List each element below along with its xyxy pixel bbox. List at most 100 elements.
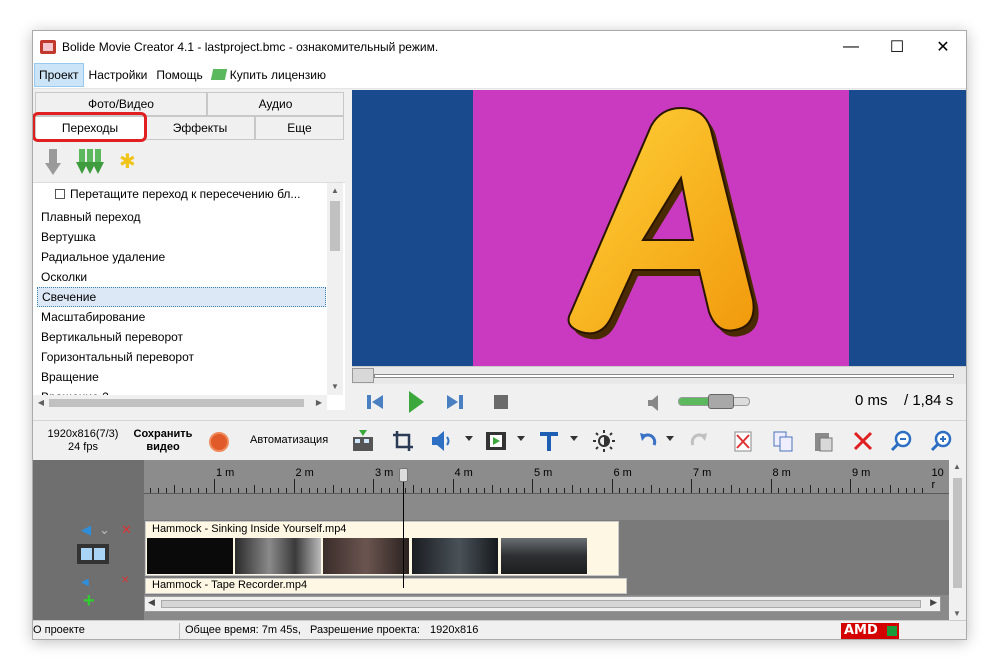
apply-all-arrows-icon[interactable]	[75, 149, 105, 175]
play-icon[interactable]	[407, 390, 425, 414]
checkbox-icon[interactable]	[55, 189, 65, 199]
add-media-icon[interactable]	[351, 429, 375, 453]
speaker-icon[interactable]	[646, 394, 664, 412]
paste-icon[interactable]	[811, 429, 835, 453]
delete-track-icon[interactable]: ✕	[121, 575, 129, 586]
brightness-icon[interactable]	[592, 429, 616, 453]
maximize-button[interactable]: ☐	[874, 31, 920, 62]
timeline-horizontal-scrollbar[interactable]: ◀ ▶	[144, 596, 941, 612]
speaker-icon[interactable]: ◀	[81, 522, 91, 538]
delete-icon[interactable]	[851, 429, 875, 453]
video-clip[interactable]: Hammock - Sinking Inside Yourself.mp4	[145, 521, 619, 576]
automation-button[interactable]: Автоматизация	[250, 434, 328, 446]
tab-audio[interactable]: Аудио	[207, 92, 344, 116]
text-icon[interactable]	[537, 429, 561, 453]
scroll-thumb[interactable]	[330, 201, 340, 251]
video-effects-icon[interactable]	[484, 429, 508, 453]
list-item[interactable]: Вертушка	[37, 227, 326, 247]
menu-buy-license[interactable]: Купить лицензию	[208, 64, 330, 86]
scroll-left-icon[interactable]: ◀	[33, 395, 49, 410]
menu-help[interactable]: Помощь	[152, 64, 206, 86]
ruler-tick	[595, 488, 597, 493]
ruler-tick	[873, 488, 875, 493]
tab-more[interactable]: Еще	[255, 116, 344, 140]
playhead-handle[interactable]	[399, 468, 408, 482]
scroll-down-icon[interactable]: ▼	[953, 609, 961, 618]
audio-volume-icon[interactable]	[430, 429, 454, 453]
ruler-tick	[341, 488, 343, 493]
ruler-tick	[857, 488, 859, 493]
cut-icon[interactable]	[731, 429, 755, 453]
scroll-down-icon[interactable]: ▼	[327, 379, 343, 395]
scroll-right-icon[interactable]: ▶	[930, 597, 937, 608]
scroll-thumb[interactable]	[49, 399, 304, 407]
copy-icon[interactable]	[771, 429, 795, 453]
highlight-outline	[33, 112, 147, 142]
speaker-icon[interactable]: ◀	[81, 577, 89, 588]
menu-settings[interactable]: Настройки	[85, 64, 152, 86]
close-button[interactable]: ✕	[920, 31, 966, 62]
ruler-label: 4 m	[454, 467, 473, 479]
scroll-thumb[interactable]	[953, 478, 962, 588]
list-item[interactable]: Плавный переход	[37, 207, 326, 227]
about-project[interactable]: О проекте	[33, 624, 85, 636]
zoom-out-icon[interactable]	[889, 429, 913, 453]
ruler-label: 9 m	[852, 467, 871, 479]
list-item[interactable]: Масштабирование	[37, 307, 326, 327]
list-item[interactable]: Вертикальный переворот	[37, 327, 326, 347]
scroll-thumb[interactable]	[161, 600, 921, 608]
app-window: Bolide Movie Creator 4.1 - lastproject.b…	[32, 30, 967, 640]
list-horizontal-scrollbar[interactable]: ◀ ▶	[33, 395, 327, 410]
timeline-vertical-scrollbar[interactable]: ▲ ▼	[949, 460, 966, 620]
menu-project[interactable]: Проект	[34, 63, 84, 87]
collapse-chevron-icon[interactable]: ⌄	[99, 522, 110, 538]
step-forward-icon[interactable]	[446, 394, 464, 410]
project-format[interactable]: 1920x816(7/3) 24 fps	[43, 428, 123, 454]
scroll-up-icon[interactable]: ▲	[327, 183, 343, 199]
list-item[interactable]: Вращение	[37, 367, 326, 387]
redo-icon[interactable]	[687, 429, 711, 453]
scroll-up-icon[interactable]: ▲	[953, 462, 961, 471]
film-strip-icon[interactable]	[77, 544, 109, 564]
scroll-right-icon[interactable]: ▶	[311, 395, 327, 410]
video-preview[interactable]	[352, 90, 966, 366]
time-ruler[interactable]: 1 m 2 m 3 m 4 m 5 m 6 m 7 m 8 m 9 m 10 r	[144, 460, 949, 494]
seek-track[interactable]	[374, 374, 954, 378]
ruler-tick	[166, 488, 168, 493]
undo-icon[interactable]	[636, 429, 660, 453]
chevron-down-icon[interactable]	[517, 436, 525, 441]
seek-thumb[interactable]	[352, 368, 374, 383]
apply-down-arrow-icon[interactable]	[45, 149, 61, 175]
list-vertical-scrollbar[interactable]: ▲ ▼	[327, 183, 343, 395]
delete-track-icon[interactable]: ✕	[121, 522, 132, 538]
tab-effects[interactable]: Эффекты	[145, 116, 255, 140]
scroll-left-icon[interactable]: ◀	[148, 597, 155, 608]
save-video-button[interactable]: Сохранить видео	[131, 428, 195, 454]
ruler-tick	[810, 485, 812, 493]
volume-slider[interactable]	[678, 394, 750, 409]
add-track-icon[interactable]: +	[83, 590, 95, 613]
video-clip[interactable]: Hammock - Tape Recorder.mp4	[145, 578, 627, 594]
list-item[interactable]: Радиальное удаление	[37, 247, 326, 267]
minimize-button[interactable]: —	[828, 31, 874, 62]
random-sparkle-icon[interactable]: ✱	[119, 152, 139, 172]
list-item-selected[interactable]: Свечение	[37, 287, 326, 307]
seek-bar[interactable]	[352, 366, 966, 384]
ruler-tick	[842, 488, 844, 493]
record-icon[interactable]	[209, 432, 229, 452]
list-item[interactable]: Осколки	[37, 267, 326, 287]
transition-track[interactable]	[144, 495, 949, 520]
status-bar: О проекте Общее время: 7m 45s, Разрешени…	[33, 620, 966, 639]
timeline: 1 m 2 m 3 m 4 m 5 m 6 m 7 m 8 m 9 m 10 r Hammock …	[33, 460, 966, 620]
volume-knob[interactable]	[707, 394, 734, 409]
chevron-down-icon[interactable]	[465, 436, 473, 441]
stop-icon[interactable]	[493, 394, 509, 410]
chevron-down-icon[interactable]	[666, 436, 674, 441]
ruler-tick	[500, 488, 502, 493]
chevron-down-icon[interactable]	[570, 436, 578, 441]
crop-icon[interactable]	[391, 429, 415, 453]
zoom-in-icon[interactable]	[929, 429, 953, 453]
list-item[interactable]: Горизонтальный переворот	[37, 347, 326, 367]
step-back-icon[interactable]	[366, 394, 384, 410]
left-panel: Фото/Видео Аудио Переходы Эффекты Еще ✱ …	[33, 90, 345, 415]
